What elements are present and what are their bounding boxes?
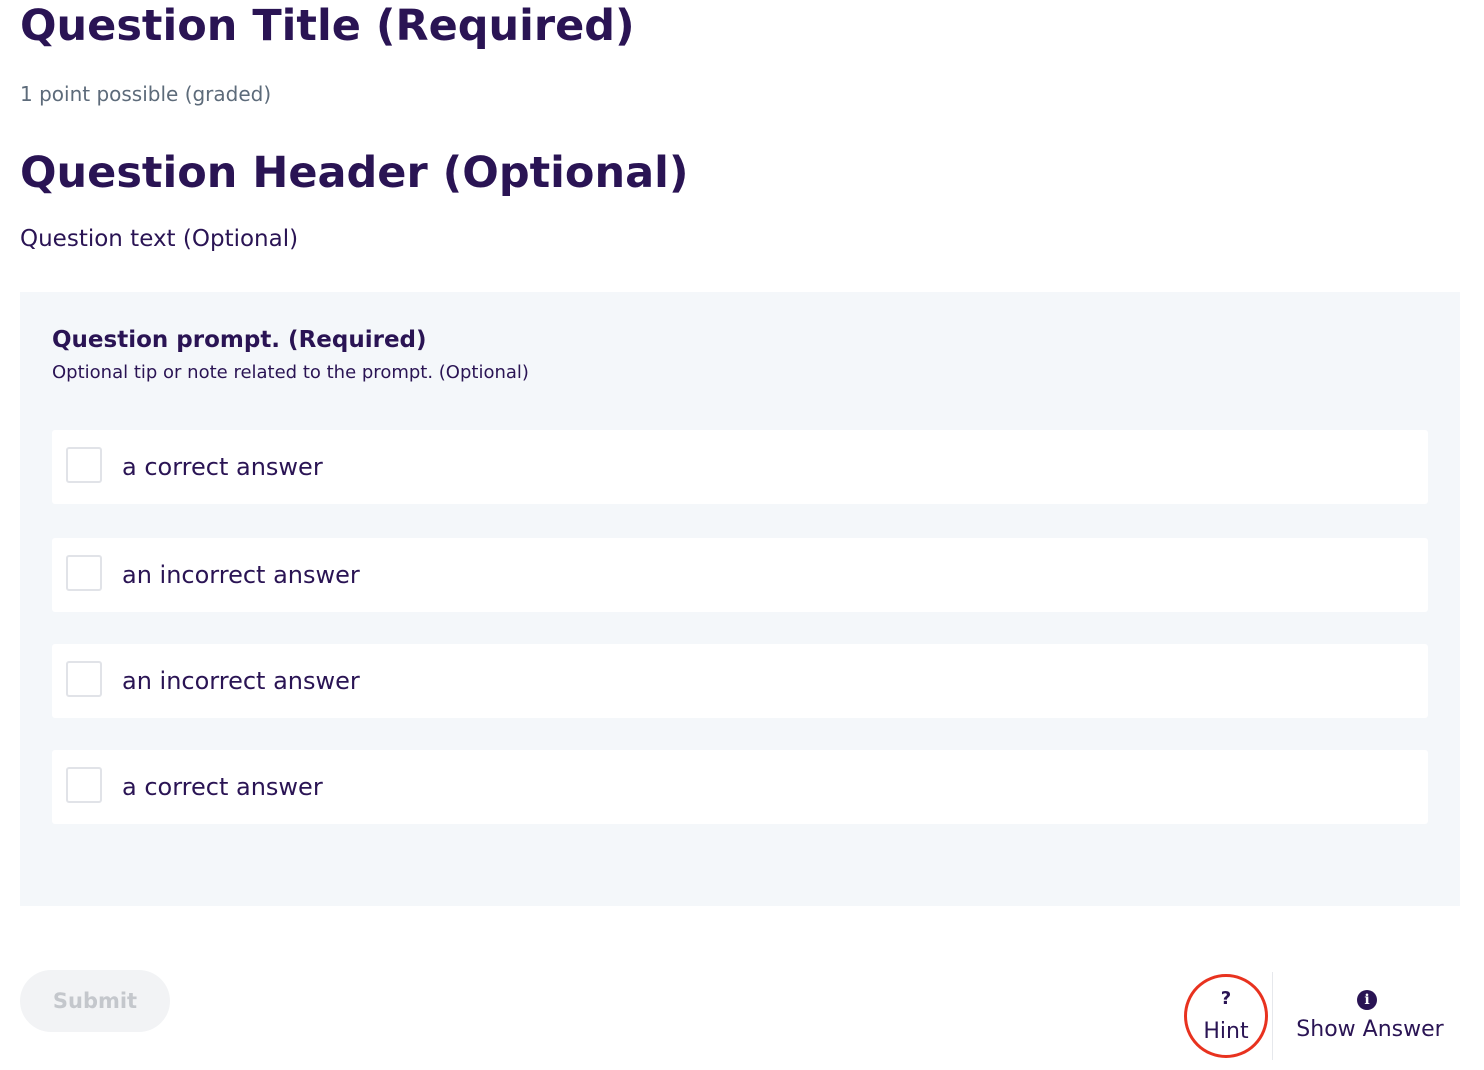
question-mark-icon: ?	[1220, 988, 1232, 1009]
problem-title: Question Title (Required)	[20, 1, 635, 51]
answer-option[interactable]: a correct answer	[52, 750, 1428, 824]
answer-option[interactable]: an incorrect answer	[52, 538, 1428, 612]
option-checkbox[interactable]	[66, 447, 102, 483]
action-divider	[1272, 972, 1273, 1060]
option-checkbox[interactable]	[66, 555, 102, 591]
hint-label: Hint	[1203, 1019, 1249, 1044]
question-tip: Optional tip or note related to the prom…	[52, 362, 529, 383]
option-label: an incorrect answer	[122, 561, 360, 589]
question-prompt: Question prompt. (Required)	[52, 327, 427, 353]
answer-option[interactable]: an incorrect answer	[52, 644, 1428, 718]
option-checkbox[interactable]	[66, 767, 102, 803]
question-header: Question Header (Optional)	[20, 148, 689, 198]
option-checkbox[interactable]	[66, 661, 102, 697]
problem-page: Question Title (Required) 1 point possib…	[0, 0, 1484, 1070]
submit-button[interactable]: Submit	[20, 970, 170, 1032]
show-answer-button[interactable]: i Show Answer	[1290, 982, 1450, 1058]
answer-option[interactable]: a correct answer	[52, 430, 1428, 504]
points-possible: 1 point possible (graded)	[20, 82, 272, 106]
option-label: an incorrect answer	[122, 667, 360, 695]
hint-button[interactable]: ? Hint	[1184, 974, 1268, 1058]
option-label: a correct answer	[122, 773, 323, 801]
info-circle-icon: i	[1357, 990, 1377, 1010]
question-panel: Question prompt. (Required) Optional tip…	[20, 292, 1460, 906]
option-label: a correct answer	[122, 453, 323, 481]
question-text: Question text (Optional)	[20, 226, 299, 252]
show-answer-label: Show Answer	[1296, 1017, 1444, 1042]
